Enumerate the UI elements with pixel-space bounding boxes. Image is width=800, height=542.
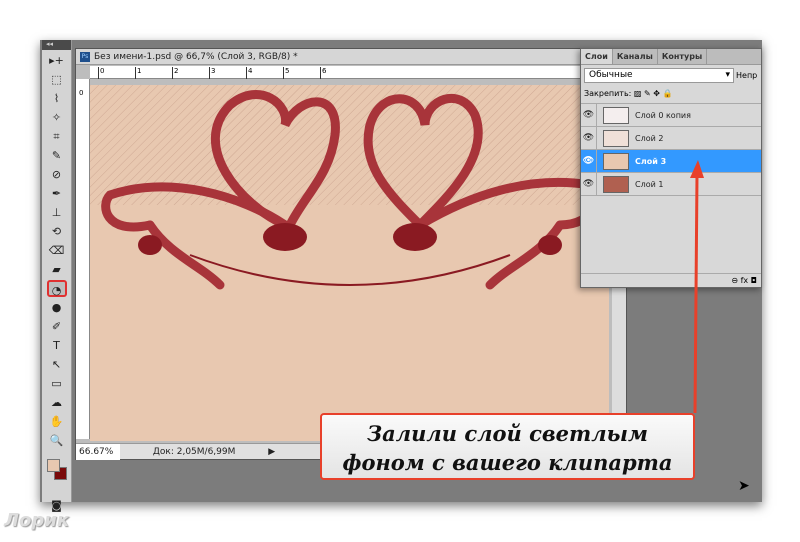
foreground-color-swatch[interactable] [47, 459, 60, 472]
callout-line-2: фоном с вашего клипарта [342, 450, 673, 475]
watermark: Лорик [4, 510, 70, 531]
callout-box: Залили слой светлым фоном с вашего клипа… [320, 413, 695, 480]
callout-line-1: Залили слой светлым [367, 421, 648, 446]
mouse-cursor-icon: ➤ [738, 478, 750, 494]
